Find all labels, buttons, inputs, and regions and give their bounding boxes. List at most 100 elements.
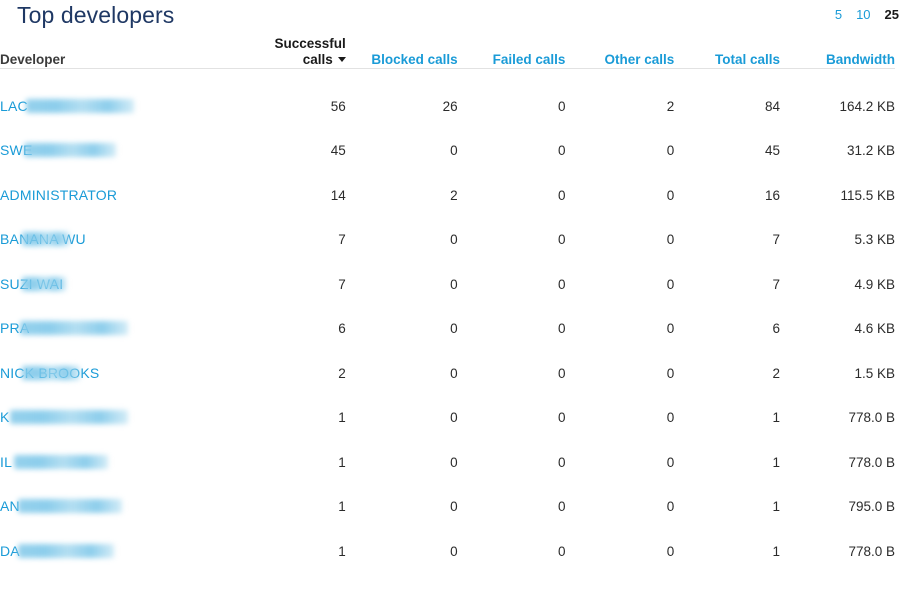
total-calls-cell: 1: [772, 410, 781, 425]
other-calls-cell: 0: [666, 321, 675, 336]
page-header: Top developers 5 10 25: [0, 0, 921, 36]
bandwidth-cell: 795.0 B: [848, 499, 895, 514]
table-row: IL 1 0 0 0 1 778.0 B: [0, 425, 895, 470]
sort-descending-icon: [337, 57, 346, 62]
bandwidth-cell: 4.6 KB: [854, 321, 895, 336]
other-calls-cell: 0: [666, 143, 675, 158]
developer-link[interactable]: PRA: [0, 320, 128, 336]
column-header-total-calls-label: Total calls: [715, 52, 781, 67]
table-body: LAC 56 26 0 2 84 164.2 KB SWE 45 0 0 0 45 31.2 KB ADMI…: [0, 69, 895, 559]
failed-calls-cell: 0: [557, 410, 566, 425]
blocked-calls-cell: 0: [450, 410, 458, 425]
failed-calls-cell: 0: [557, 276, 566, 292]
bandwidth-cell: 778.0 B: [848, 543, 895, 559]
bandwidth-cell: 4.9 KB: [854, 276, 895, 292]
redaction-blur: [10, 410, 128, 424]
developer-cell: AN: [0, 470, 252, 514]
table-row: NICK BROOKS 2 0 0 0 2 1.5 KB: [0, 336, 895, 381]
bandwidth-cell: 115.5 KB: [840, 187, 895, 203]
page-title: Top developers: [17, 2, 175, 28]
successful-calls-cell: 1: [338, 543, 346, 559]
other-calls-cell: 0: [666, 543, 675, 559]
developer-link[interactable]: IL: [0, 454, 108, 470]
developer-link[interactable]: ADMINISTRATOR: [0, 187, 117, 203]
column-header-bandwidth-label: Bandwidth: [826, 52, 895, 67]
total-calls-cell: 84: [765, 98, 781, 114]
blocked-calls-cell: 0: [450, 499, 458, 514]
developer-cell: PRA: [0, 292, 252, 336]
table-row: BANANA WU 7 0 0 0 7 5.3 KB: [0, 203, 895, 247]
column-header-failed-calls[interactable]: Failed calls: [457, 36, 566, 69]
table-row: AN 1 0 0 0 1 795.0 B: [0, 470, 895, 514]
other-calls-cell: 0: [666, 232, 675, 247]
developer-link[interactable]: SUZI WAI: [0, 276, 66, 292]
column-header-developer[interactable]: Developer: [0, 36, 253, 69]
column-header-other-calls[interactable]: Other calls: [565, 36, 675, 69]
table-header-row: Developer Successful calls Blocked calls…: [0, 36, 895, 69]
redaction-blur: [14, 454, 108, 469]
top-developers-table: Developer Successful calls Blocked calls…: [0, 36, 895, 559]
other-calls-cell: 0: [666, 499, 675, 514]
column-header-blocked-calls[interactable]: Blocked calls: [345, 36, 458, 69]
developer-cell: K: [0, 381, 252, 425]
successful-calls-cell: 1: [338, 499, 346, 514]
column-header-total-calls[interactable]: Total calls: [674, 36, 781, 69]
total-calls-cell: 1: [772, 454, 781, 470]
table-row: SWE 45 0 0 0 45 31.2 KB: [0, 114, 895, 158]
bandwidth-cell: 1.5 KB: [854, 365, 895, 381]
other-calls-cell: 0: [666, 187, 675, 203]
failed-calls-cell: 0: [557, 98, 566, 114]
failed-calls-cell: 0: [557, 365, 566, 381]
other-calls-cell: 0: [666, 365, 675, 381]
developer-link[interactable]: NICK BROOKS: [0, 365, 99, 381]
developer-link[interactable]: AN: [0, 498, 122, 514]
column-header-failed-calls-label: Failed calls: [492, 52, 566, 67]
table-row: K 1 0 0 0 1 778.0 B: [0, 381, 895, 425]
developer-link[interactable]: BANANA WU: [0, 231, 86, 247]
total-calls-cell: 6: [772, 321, 781, 336]
page-size-option-10[interactable]: 10: [856, 7, 870, 22]
table-row: SUZI WAI 7 0 0 0 7 4.9 KB: [0, 247, 895, 292]
failed-calls-cell: 0: [557, 499, 566, 514]
failed-calls-cell: 0: [557, 454, 566, 470]
developer-link[interactable]: LAC: [0, 98, 134, 114]
column-header-successful-calls[interactable]: Successful calls: [252, 36, 346, 69]
table-row: PRA 6 0 0 0 6 4.6 KB: [0, 292, 895, 336]
developer-link[interactable]: SWE: [0, 142, 116, 158]
column-header-bandwidth[interactable]: Bandwidth: [780, 36, 895, 69]
failed-calls-cell: 0: [557, 321, 566, 336]
developer-cell: SUZI WAI: [0, 247, 252, 292]
bandwidth-cell: 5.3 KB: [854, 232, 895, 247]
bandwidth-cell: 164.2 KB: [839, 98, 895, 114]
page-size-selector[interactable]: 5 10 25: [835, 7, 899, 22]
blocked-calls-cell: 0: [450, 276, 458, 292]
redaction-blur: [22, 365, 80, 380]
table-row: ADMINISTRATOR 14 2 0 0 16 115.5 KB: [0, 158, 895, 203]
total-calls-cell: 16: [765, 187, 781, 203]
bandwidth-cell: 31.2 KB: [846, 143, 895, 158]
blocked-calls-cell: 0: [450, 321, 458, 336]
total-calls-cell: 1: [772, 543, 781, 559]
developer-link[interactable]: K: [0, 409, 128, 425]
failed-calls-cell: 0: [557, 187, 566, 203]
table-row: LAC 56 26 0 2 84 164.2 KB: [0, 69, 895, 114]
column-header-blocked-calls-label: Blocked calls: [371, 52, 458, 67]
redaction-blur: [24, 143, 116, 157]
blocked-calls-cell: 26: [442, 98, 458, 114]
successful-calls-cell: 7: [338, 232, 346, 247]
total-calls-cell: 1: [772, 499, 781, 514]
developer-link[interactable]: DA: [0, 543, 114, 559]
blocked-calls-cell: 0: [450, 232, 458, 247]
redaction-blur: [18, 499, 122, 513]
page-size-option-25[interactable]: 25: [885, 7, 899, 22]
blocked-calls-cell: 0: [450, 143, 458, 158]
other-calls-cell: 0: [666, 276, 675, 292]
bandwidth-cell: 778.0 B: [848, 454, 895, 470]
other-calls-cell: 0: [666, 410, 675, 425]
successful-calls-cell: 14: [330, 187, 346, 203]
page-size-option-5[interactable]: 5: [835, 7, 842, 22]
total-calls-cell: 45: [765, 143, 781, 158]
redaction-blur: [20, 321, 128, 335]
redaction-blur: [22, 232, 70, 246]
successful-calls-cell: 1: [338, 454, 346, 470]
